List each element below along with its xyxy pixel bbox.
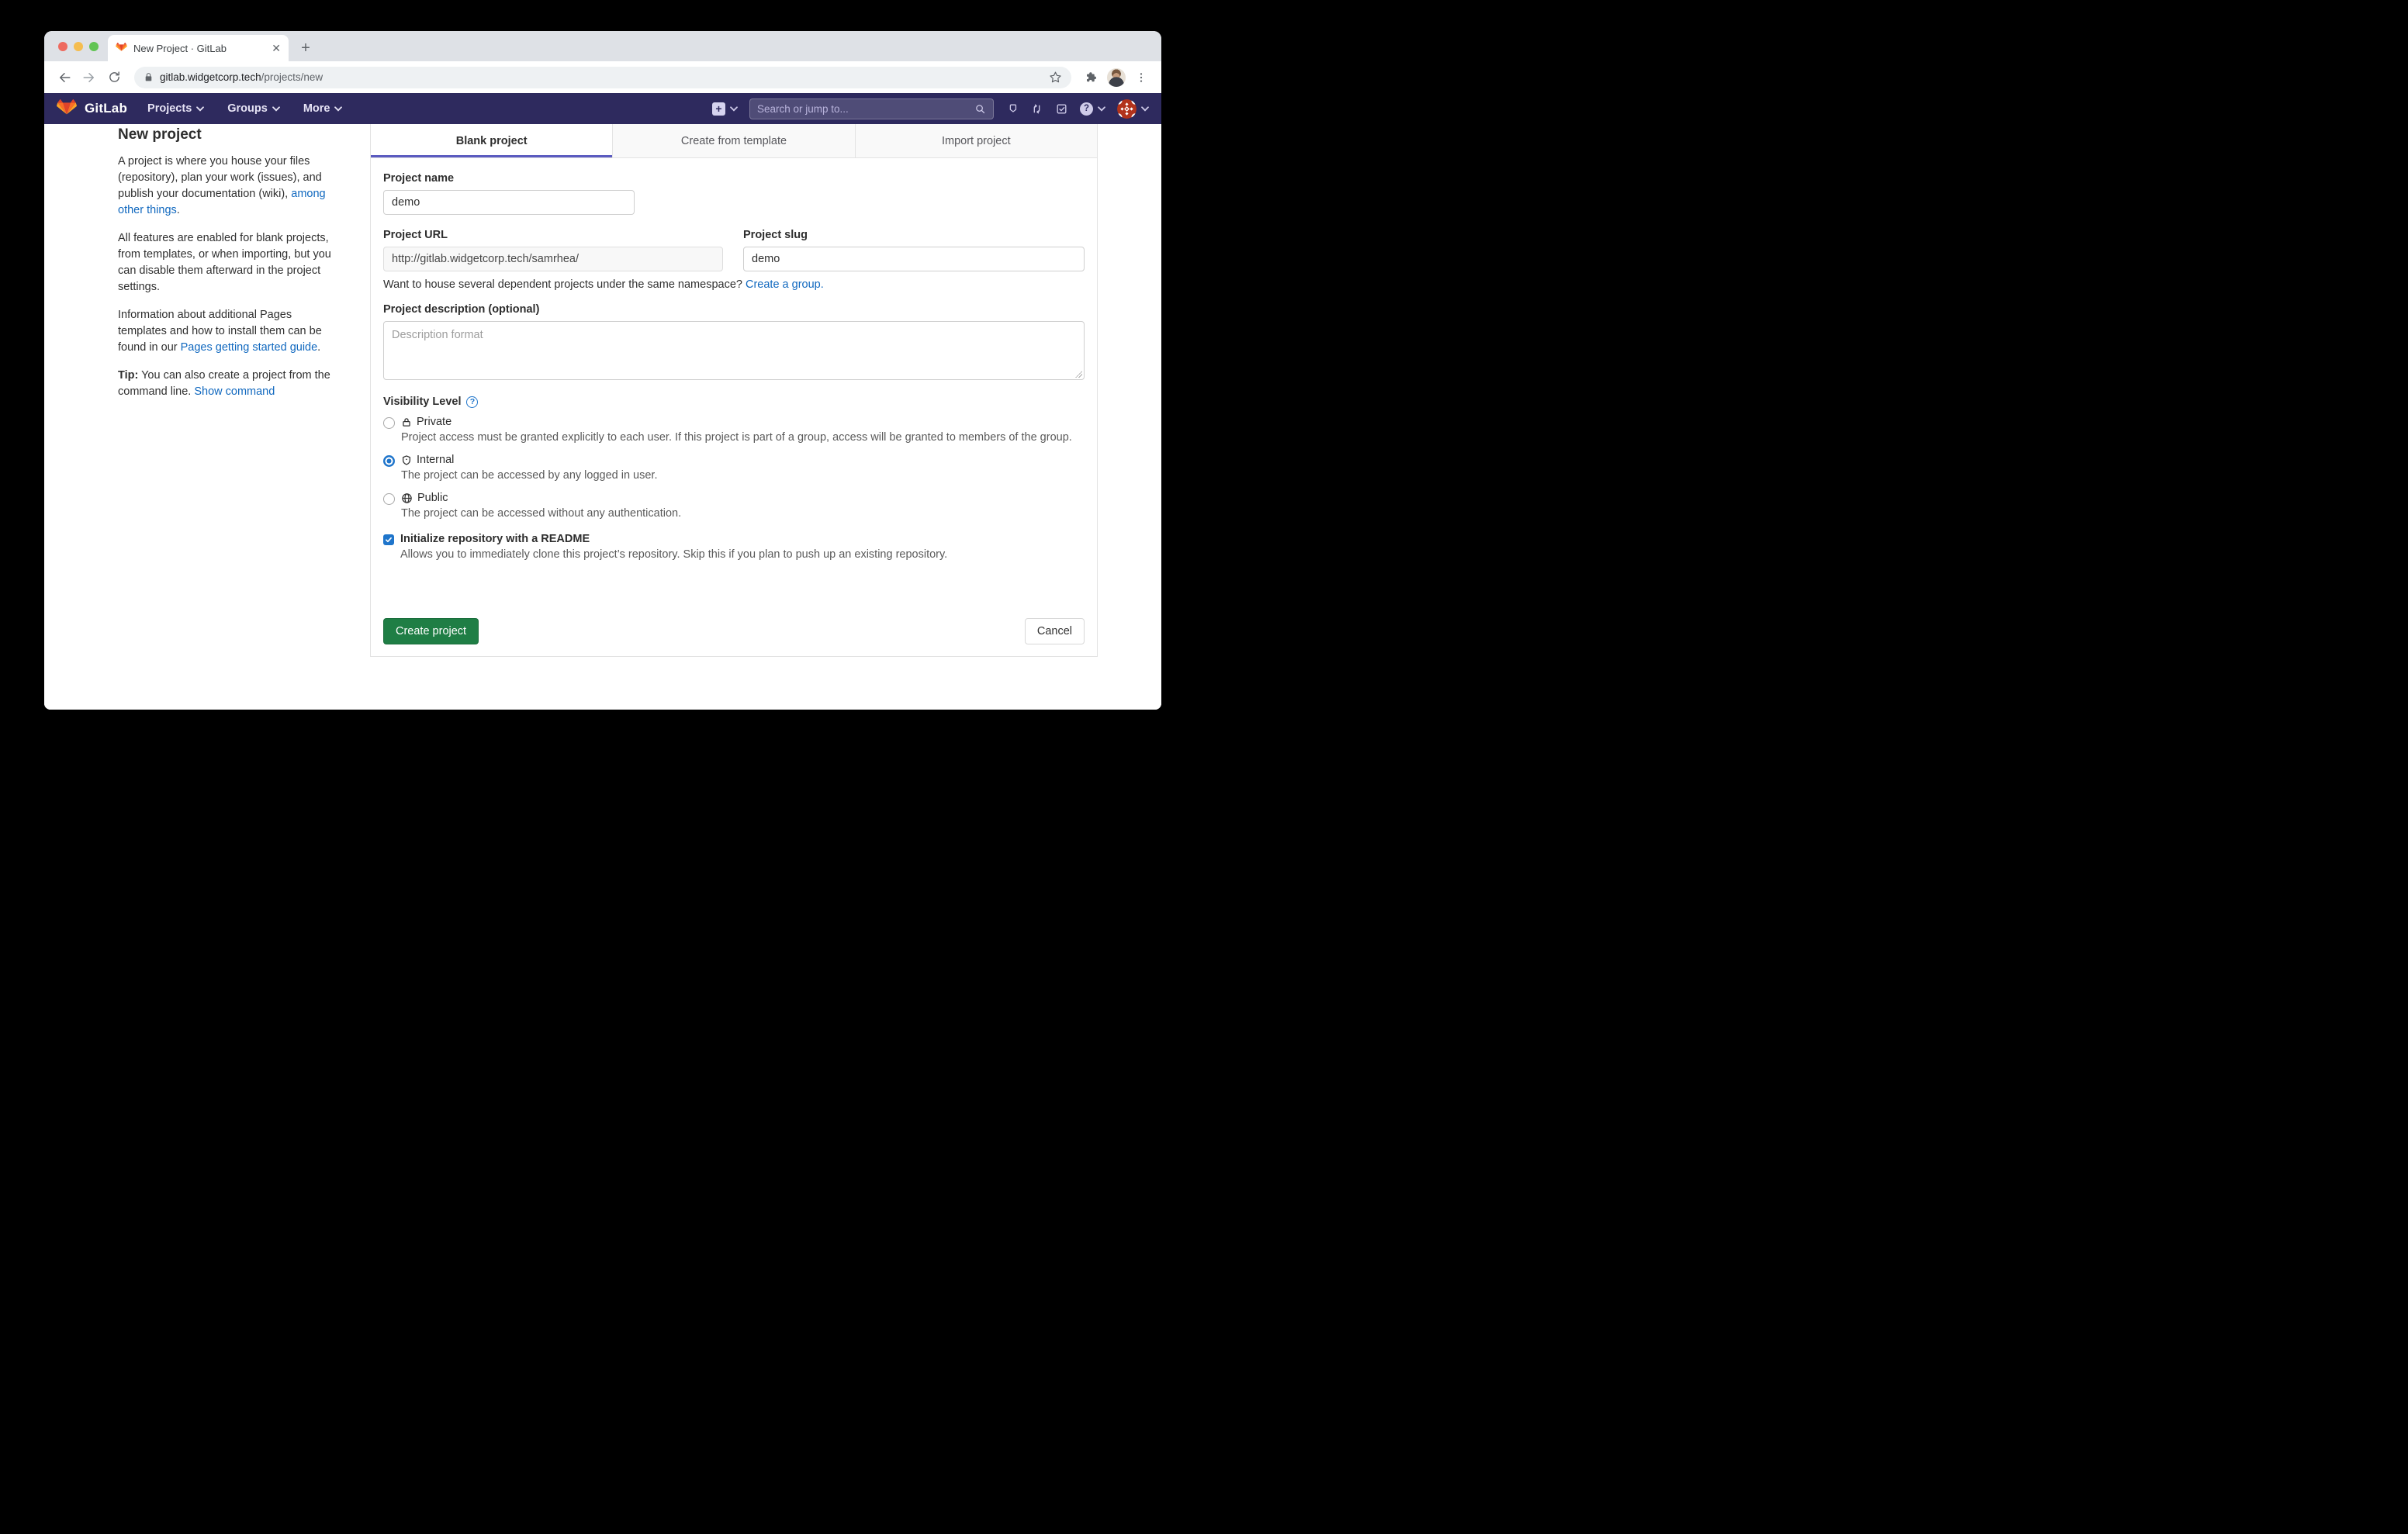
namespace-hint: Want to house several dependent projects… <box>383 278 1085 291</box>
project-description-textarea[interactable] <box>383 321 1085 380</box>
browser-window: New Project · GitLab ✕ + gitlab.widgetco… <box>44 31 1161 710</box>
plus-icon: + <box>712 102 725 116</box>
window-controls <box>58 42 99 51</box>
help-icon: ? <box>1080 102 1093 116</box>
minimize-window-button[interactable] <box>74 42 83 51</box>
new-menu-button[interactable]: + <box>712 102 738 116</box>
extensions-puzzle-icon[interactable] <box>1081 67 1102 88</box>
gitlab-wordmark: GitLab <box>85 101 127 116</box>
gitlab-favicon-icon <box>116 43 127 54</box>
tanuki-icon <box>57 99 77 119</box>
visibility-option-name: Private <box>417 416 452 428</box>
readme-checkbox[interactable] <box>383 534 394 545</box>
project-type-tabs: Blank project Create from template Impor… <box>371 124 1097 158</box>
show-command-link[interactable]: Show command <box>194 385 275 398</box>
global-search[interactable] <box>749 98 994 119</box>
globe-icon <box>401 492 413 504</box>
cancel-button[interactable]: Cancel <box>1025 618 1085 644</box>
internal-radio[interactable] <box>383 455 395 467</box>
tab-title: New Project · GitLab <box>133 43 265 54</box>
new-project-sidebar: New project A project is where you house… <box>118 126 341 412</box>
user-menu-button[interactable] <box>1117 99 1149 119</box>
project-url-input[interactable] <box>383 247 723 271</box>
tab-blank-project[interactable]: Blank project <box>371 124 612 157</box>
new-project-panel: Blank project Create from template Impor… <box>370 124 1098 657</box>
visibility-option-desc: Project access must be granted explicitl… <box>401 430 1072 446</box>
sidebar-paragraph: A project is where you house your files … <box>118 154 341 219</box>
project-name-input[interactable] <box>383 190 635 215</box>
browser-profile-avatar[interactable] <box>1105 67 1127 88</box>
close-tab-icon[interactable]: ✕ <box>272 43 281 54</box>
help-menu-button[interactable]: ? <box>1080 102 1105 116</box>
close-window-button[interactable] <box>58 42 67 51</box>
visibility-option-desc: The project can be accessed by any logge… <box>401 468 657 484</box>
gitlab-logo[interactable]: GitLab <box>57 99 127 119</box>
gitlab-navbar: GitLab Projects Groups More + <box>44 93 1161 124</box>
browser-toolbar: gitlab.widgetcorp.tech/projects/new <box>44 61 1161 93</box>
visibility-option-name: Internal <box>417 454 454 466</box>
visibility-option-desc: The project can be accessed without any … <box>401 506 681 522</box>
forward-icon[interactable] <box>78 67 100 88</box>
sidebar-paragraph: All features are enabled for blank proje… <box>118 230 341 295</box>
sidebar-paragraph: Information about additional Pages templ… <box>118 307 341 356</box>
project-slug-input[interactable] <box>743 247 1085 271</box>
public-radio[interactable] <box>383 493 395 505</box>
reload-icon[interactable] <box>103 67 125 88</box>
visibility-option-internal: Internal The project can be accessed by … <box>383 454 1085 484</box>
bookmark-star-icon[interactable] <box>1049 71 1062 84</box>
browser-tabbar: New Project · GitLab ✕ + <box>44 31 1161 61</box>
issues-icon[interactable] <box>1005 102 1019 116</box>
lock-icon <box>401 416 412 428</box>
create-project-button[interactable]: Create project <box>383 618 479 644</box>
todos-icon[interactable] <box>1055 102 1068 116</box>
page-content: New project A project is where you house… <box>44 124 1161 710</box>
visibility-option-private: Private Project access must be granted e… <box>383 416 1085 446</box>
address-bar[interactable]: gitlab.widgetcorp.tech/projects/new <box>134 67 1071 88</box>
url-text: gitlab.widgetcorp.tech/projects/new <box>160 71 323 83</box>
visibility-option-public: Public The project can be accessed witho… <box>383 492 1085 522</box>
visibility-level-label: Visibility Level <box>383 396 461 408</box>
sidebar-tip: Tip: You can also create a project from … <box>118 368 341 400</box>
page-title: New project <box>118 126 341 143</box>
back-icon[interactable] <box>54 67 75 88</box>
blank-project-form: Project name Project URL Project slug Wa… <box>371 158 1097 657</box>
merge-requests-icon[interactable] <box>1030 102 1043 116</box>
search-input[interactable] <box>757 103 974 115</box>
nav-item-projects[interactable]: Projects <box>147 102 204 115</box>
visibility-option-name: Public <box>417 492 448 504</box>
zoom-window-button[interactable] <box>89 42 99 51</box>
shield-icon <box>401 454 412 466</box>
readme-checkbox-label: Initialize repository with a README <box>400 533 590 545</box>
project-description-label: Project description (optional) <box>383 303 1085 316</box>
create-a-group-link[interactable]: Create a group. <box>746 278 824 291</box>
readme-description: Allows you to immediately clone this pro… <box>400 547 1085 563</box>
visibility-help-icon[interactable]: ? <box>466 396 478 408</box>
nav-item-more[interactable]: More <box>303 102 343 115</box>
nav-item-groups[interactable]: Groups <box>227 102 280 115</box>
pages-guide-link[interactable]: Pages getting started guide <box>181 341 318 354</box>
user-avatar <box>1117 99 1137 119</box>
project-url-label: Project URL <box>383 229 723 241</box>
lock-icon <box>144 72 154 82</box>
private-radio[interactable] <box>383 417 395 429</box>
project-slug-label: Project slug <box>743 229 1085 241</box>
project-name-label: Project name <box>383 172 1085 185</box>
browser-menu-kebab-icon[interactable] <box>1130 67 1152 88</box>
tab-import-project[interactable]: Import project <box>855 124 1097 157</box>
tab-create-from-template[interactable]: Create from template <box>612 124 854 157</box>
search-icon <box>974 103 986 115</box>
new-tab-button[interactable]: + <box>296 40 315 56</box>
browser-tab[interactable]: New Project · GitLab ✕ <box>108 35 289 61</box>
